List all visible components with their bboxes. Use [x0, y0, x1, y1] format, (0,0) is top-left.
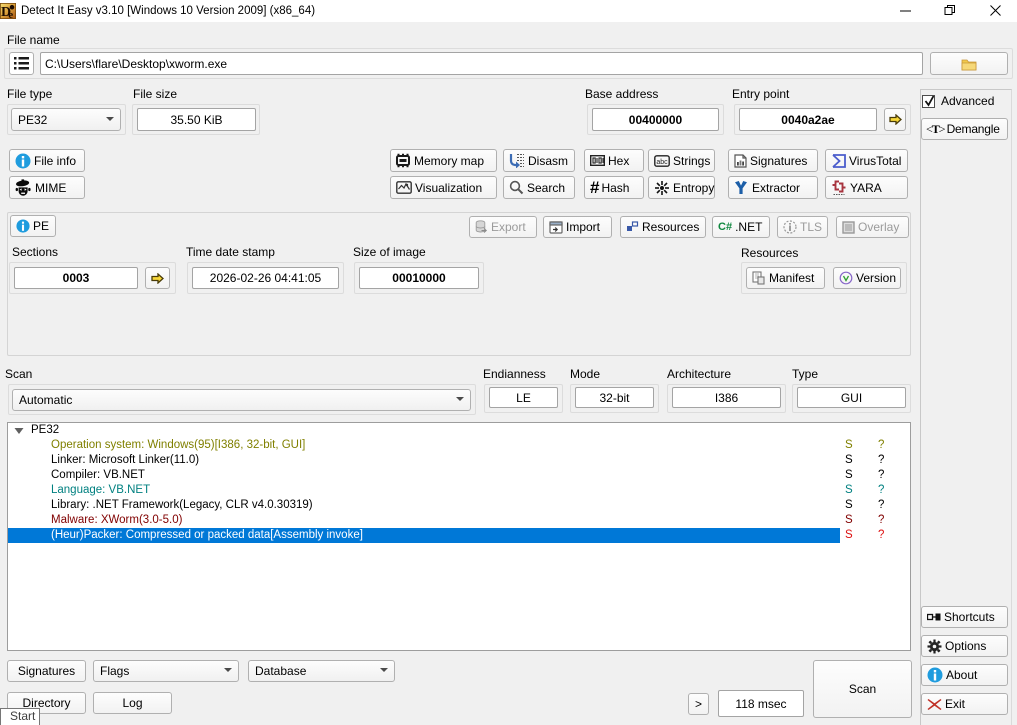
svg-text:abc: abc	[656, 158, 668, 165]
svg-text:e: e	[8, 9, 13, 19]
